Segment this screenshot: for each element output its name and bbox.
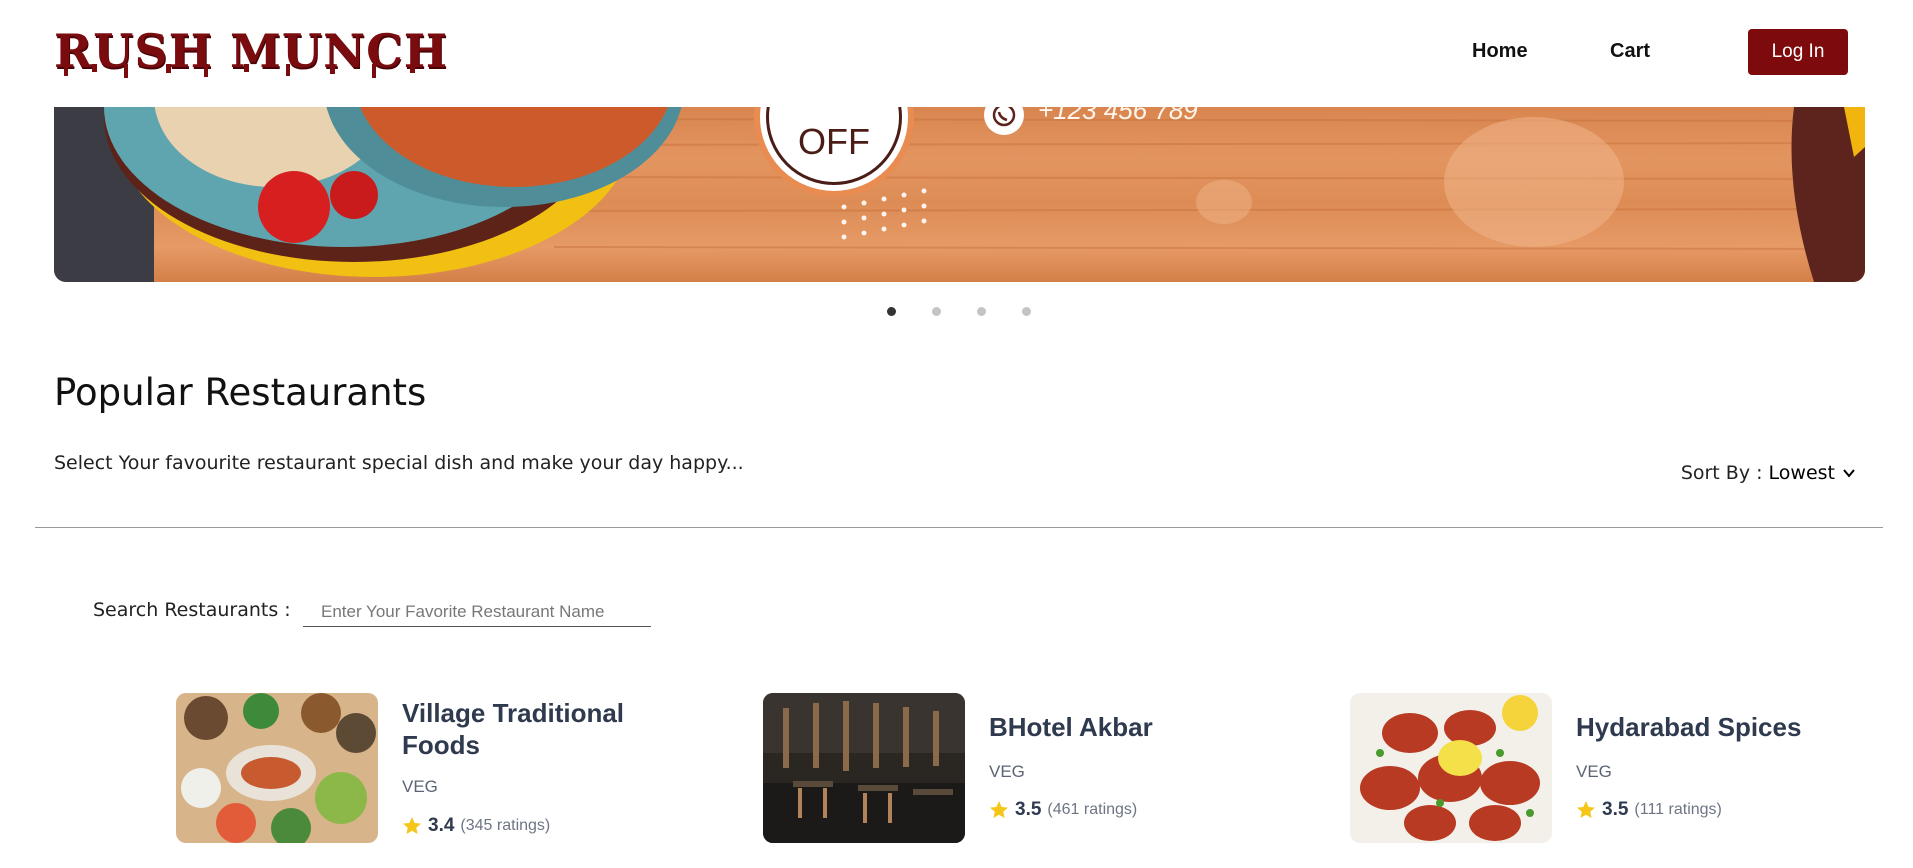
restaurant-card[interactable]: BHotel Akbar VEG 3.5 (461 ratings)	[763, 693, 1263, 843]
restaurant-type: VEG	[1576, 762, 1612, 781]
star-icon	[990, 801, 1008, 818]
banner-phone: +123 456 789	[1038, 107, 1198, 125]
restaurant-name[interactable]: BHotel Akbar	[989, 711, 1259, 743]
rating-value: 3.4	[428, 815, 455, 836]
restaurant-image	[176, 693, 378, 843]
rating-count: (111 ratings)	[1634, 801, 1722, 818]
nav-home-link[interactable]: Home	[1472, 40, 1528, 63]
rating-value: 3.5	[1015, 799, 1042, 820]
chevron-down-icon	[1843, 469, 1855, 478]
rating-count: (461 ratings)	[1047, 801, 1138, 818]
search-input[interactable]	[303, 597, 651, 627]
restaurant-card[interactable]: Village Traditional Foods VEG 3.4 (345 r…	[176, 693, 676, 843]
star-icon	[1577, 801, 1595, 818]
header: RUSH MUNCH Home Cart Log In	[0, 0, 1913, 107]
section-divider	[35, 527, 1883, 528]
section-subtitle: Select Your favourite restaurant special…	[54, 452, 744, 474]
carousel-dot-4[interactable]	[1022, 307, 1031, 316]
promo-banner[interactable]: OFF +123 456 789	[54, 107, 1865, 282]
star-icon	[403, 817, 421, 834]
section-title: Popular Restaurants	[54, 371, 427, 414]
rating-value: 3.5	[1602, 799, 1629, 820]
nav-cart-link[interactable]: Cart	[1610, 40, 1650, 63]
restaurant-rating: 3.5 (111 ratings)	[1576, 799, 1722, 821]
logo-drip-decoration	[64, 64, 415, 78]
carousel-dots	[887, 307, 1031, 316]
rating-count: (345 ratings)	[460, 817, 551, 834]
restaurant-card[interactable]: Hydarabad Spices VEG 3.5 (111 ratings)	[1350, 693, 1850, 843]
carousel-dot-1[interactable]	[887, 307, 896, 316]
sort-dropdown[interactable]: Sort By : Lowest	[1681, 462, 1857, 484]
search-label: Search Restaurants :	[93, 599, 291, 621]
restaurant-name[interactable]: Hydarabad Spices	[1576, 711, 1846, 743]
restaurant-rating: 3.4 (345 ratings)	[402, 815, 550, 837]
restaurant-image	[763, 693, 965, 843]
login-button[interactable]: Log In	[1748, 29, 1848, 75]
restaurant-image	[1350, 693, 1552, 843]
banner-wood-texture	[54, 107, 1865, 282]
badge-text: OFF	[798, 121, 870, 162]
restaurant-name[interactable]: Village Traditional Foods	[402, 697, 672, 761]
carousel-dot-3[interactable]	[977, 307, 986, 316]
carousel-dot-2[interactable]	[932, 307, 941, 316]
sort-label: Sort By :	[1680, 462, 1763, 484]
restaurant-type: VEG	[402, 777, 438, 796]
sort-value: Lowest	[1768, 462, 1835, 484]
restaurant-type: VEG	[989, 762, 1025, 781]
restaurant-rating: 3.5 (461 ratings)	[989, 799, 1137, 821]
